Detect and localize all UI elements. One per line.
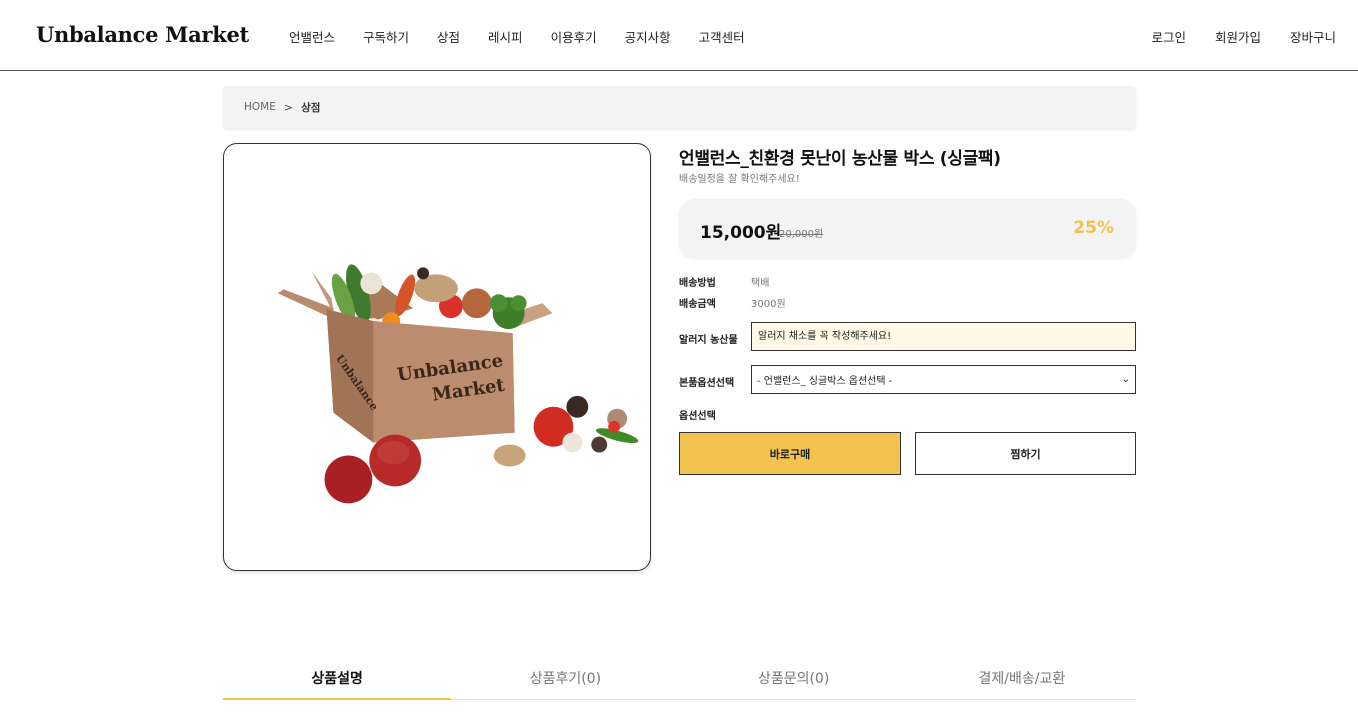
shipping-method-label: 배송방법 — [679, 278, 716, 289]
breadcrumb: HOME > 상점 — [223, 86, 1136, 128]
breadcrumb-home[interactable]: HOME — [244, 101, 276, 113]
original-price: 20,000원 — [779, 229, 824, 240]
sale-price: 15,000원 — [700, 223, 782, 243]
shipping-fee-label: 배송금액 — [679, 299, 716, 310]
allergy-input[interactable] — [751, 322, 1136, 351]
product-title: 언밸런스_친환경 못난이 농산물 박스 (싱글팩) — [679, 149, 1001, 169]
nav-item-unbalance[interactable]: 언밸런스 — [289, 27, 335, 46]
login-link[interactable]: 로그인 — [1151, 27, 1186, 46]
tab-description[interactable]: 상품설명 — [223, 658, 452, 700]
buy-now-button[interactable]: 바로구매 — [679, 432, 901, 475]
nav-item-recipe[interactable]: 레시피 — [488, 27, 523, 46]
chevron-down-icon: ⌄ — [1121, 374, 1130, 385]
tab-inquiries[interactable]: 상품문의(0) — [680, 658, 908, 700]
option-selected-value: - 언밸런스_ 싱글박스 옵션선택 - — [757, 376, 893, 387]
option-select-label: 옵션선택 — [679, 411, 716, 422]
product-subtitle: 배송일정을 잘 확인해주세요! — [679, 174, 800, 185]
site-header: Unbalance Market 언밸런스 구독하기 상점 레시피 이용후기 공… — [0, 0, 1358, 71]
tab-reviews[interactable]: 상품후기(0) — [451, 658, 679, 700]
nav-item-subscribe[interactable]: 구독하기 — [363, 27, 409, 46]
nav-item-support[interactable]: 고객센터 — [699, 27, 745, 46]
nav-item-notice[interactable]: 공지사항 — [625, 27, 671, 46]
price-box: 15,000원 20,000원 25% — [679, 199, 1136, 258]
tab-payment-shipping-exchange[interactable]: 결제/배송/교환 — [908, 658, 1136, 700]
shipping-fee-value: 3000원 — [751, 299, 786, 310]
product-image: Unbalance Market Unbalance — [223, 143, 651, 571]
cart-link[interactable]: 장바구니 — [1290, 27, 1336, 46]
breadcrumb-current: 상점 — [301, 101, 321, 114]
wishlist-button[interactable]: 찜하기 — [915, 432, 1136, 475]
util-nav: 로그인 회원가입 장바구니 — [1122, 27, 1336, 46]
breadcrumb-separator: > — [283, 100, 294, 114]
main-nav: 언밸런스 구독하기 상점 레시피 이용후기 공지사항 고객센터 — [275, 27, 759, 46]
signup-link[interactable]: 회원가입 — [1215, 27, 1261, 46]
site-logo[interactable]: Unbalance Market — [36, 22, 249, 47]
nav-item-reviews[interactable]: 이용후기 — [551, 27, 597, 46]
option-select[interactable]: - 언밸런스_ 싱글박스 옵션선택 - ⌄ — [751, 365, 1136, 394]
discount-rate: 25% — [1073, 218, 1114, 238]
nav-item-shop[interactable]: 상점 — [437, 27, 460, 46]
product-tabs: 상품설명 상품후기(0) 상품문의(0) 결제/배송/교환 — [223, 658, 1136, 700]
shipping-method-value: 택배 — [751, 278, 770, 289]
allergy-label: 알러지 농산물 — [679, 335, 738, 346]
option-label: 본품옵션선택 — [679, 378, 735, 389]
